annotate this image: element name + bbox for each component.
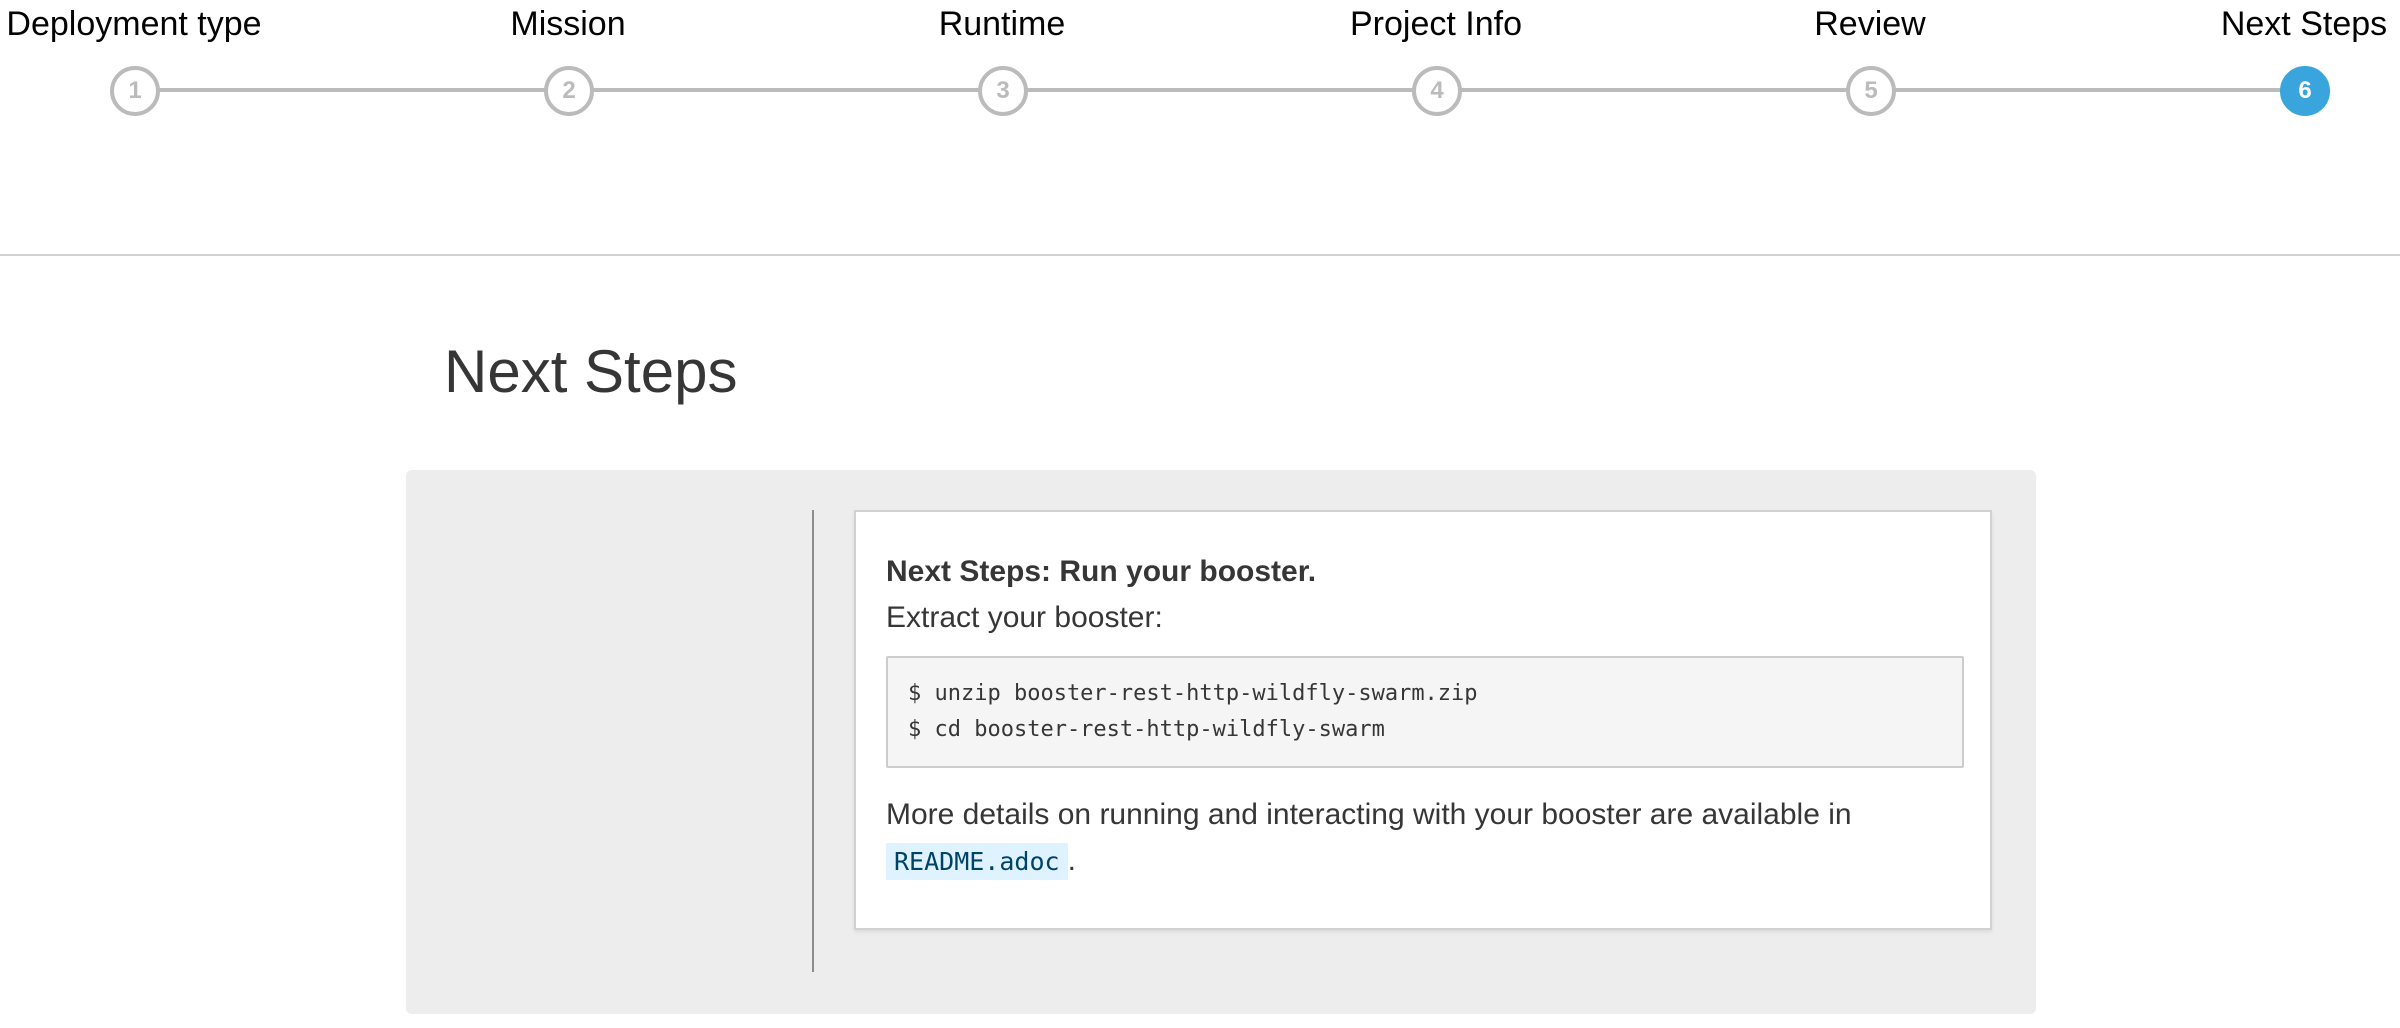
- wizard-step-review[interactable]: Review 5: [1710, 0, 2030, 116]
- wizard-step-label: Next Steps: [2220, 5, 2388, 43]
- wizard-step-mission[interactable]: Mission 2: [408, 0, 728, 116]
- details-suffix: .: [1067, 844, 1076, 877]
- wizard-step-label: Project Info: [1350, 5, 1522, 43]
- next-steps-panel: Next Steps: Run your booster. Extract yo…: [406, 470, 2036, 1014]
- code-block[interactable]: $ unzip booster-rest-http-wildfly-swarm.…: [886, 656, 1964, 768]
- wizard-step-label: Runtime: [938, 5, 1066, 43]
- wizard-step-number: 2: [544, 66, 594, 116]
- wizard-step-deployment-type[interactable]: Deployment type 1: [0, 0, 268, 116]
- wizard-step-next-steps[interactable]: Next Steps 6: [2144, 0, 2400, 116]
- code-line-cd: $ cd booster-rest-http-wildfly-swarm: [908, 717, 1385, 742]
- wizard-step-project-info[interactable]: Project Info 4: [1276, 0, 1596, 116]
- details-paragraph: More details on running and interacting …: [886, 792, 1946, 885]
- wizard-step-number: 1: [110, 66, 160, 116]
- wizard-step-number: 5: [1846, 66, 1896, 116]
- wizard-step-label: Review: [1814, 5, 1926, 43]
- wizard-steps: Deployment type 1 Mission 2 Runtime 3 Pr…: [0, 0, 2400, 256]
- wizard-step-label: Deployment type: [6, 5, 262, 43]
- wizard-step-runtime[interactable]: Runtime 3: [842, 0, 1162, 116]
- wizard-progress-line: [134, 88, 2304, 92]
- code-line-unzip: $ unzip booster-rest-http-wildfly-swarm.…: [908, 681, 1478, 706]
- next-steps-card: Next Steps: Run your booster. Extract yo…: [854, 510, 1992, 930]
- card-title: Next Steps: Run your booster.: [886, 555, 1317, 588]
- wizard-step-number: 6: [2280, 66, 2330, 116]
- vertical-divider: [812, 510, 814, 972]
- details-text: More details on running and interacting …: [886, 798, 1852, 831]
- readme-filename: README.adoc: [886, 843, 1068, 880]
- card-subtitle: Extract your booster:: [886, 601, 1163, 634]
- wizard-step-number: 3: [978, 66, 1028, 116]
- wizard-step-number: 4: [1412, 66, 1462, 116]
- page-title: Next Steps: [444, 338, 738, 405]
- wizard-step-label: Mission: [510, 5, 626, 43]
